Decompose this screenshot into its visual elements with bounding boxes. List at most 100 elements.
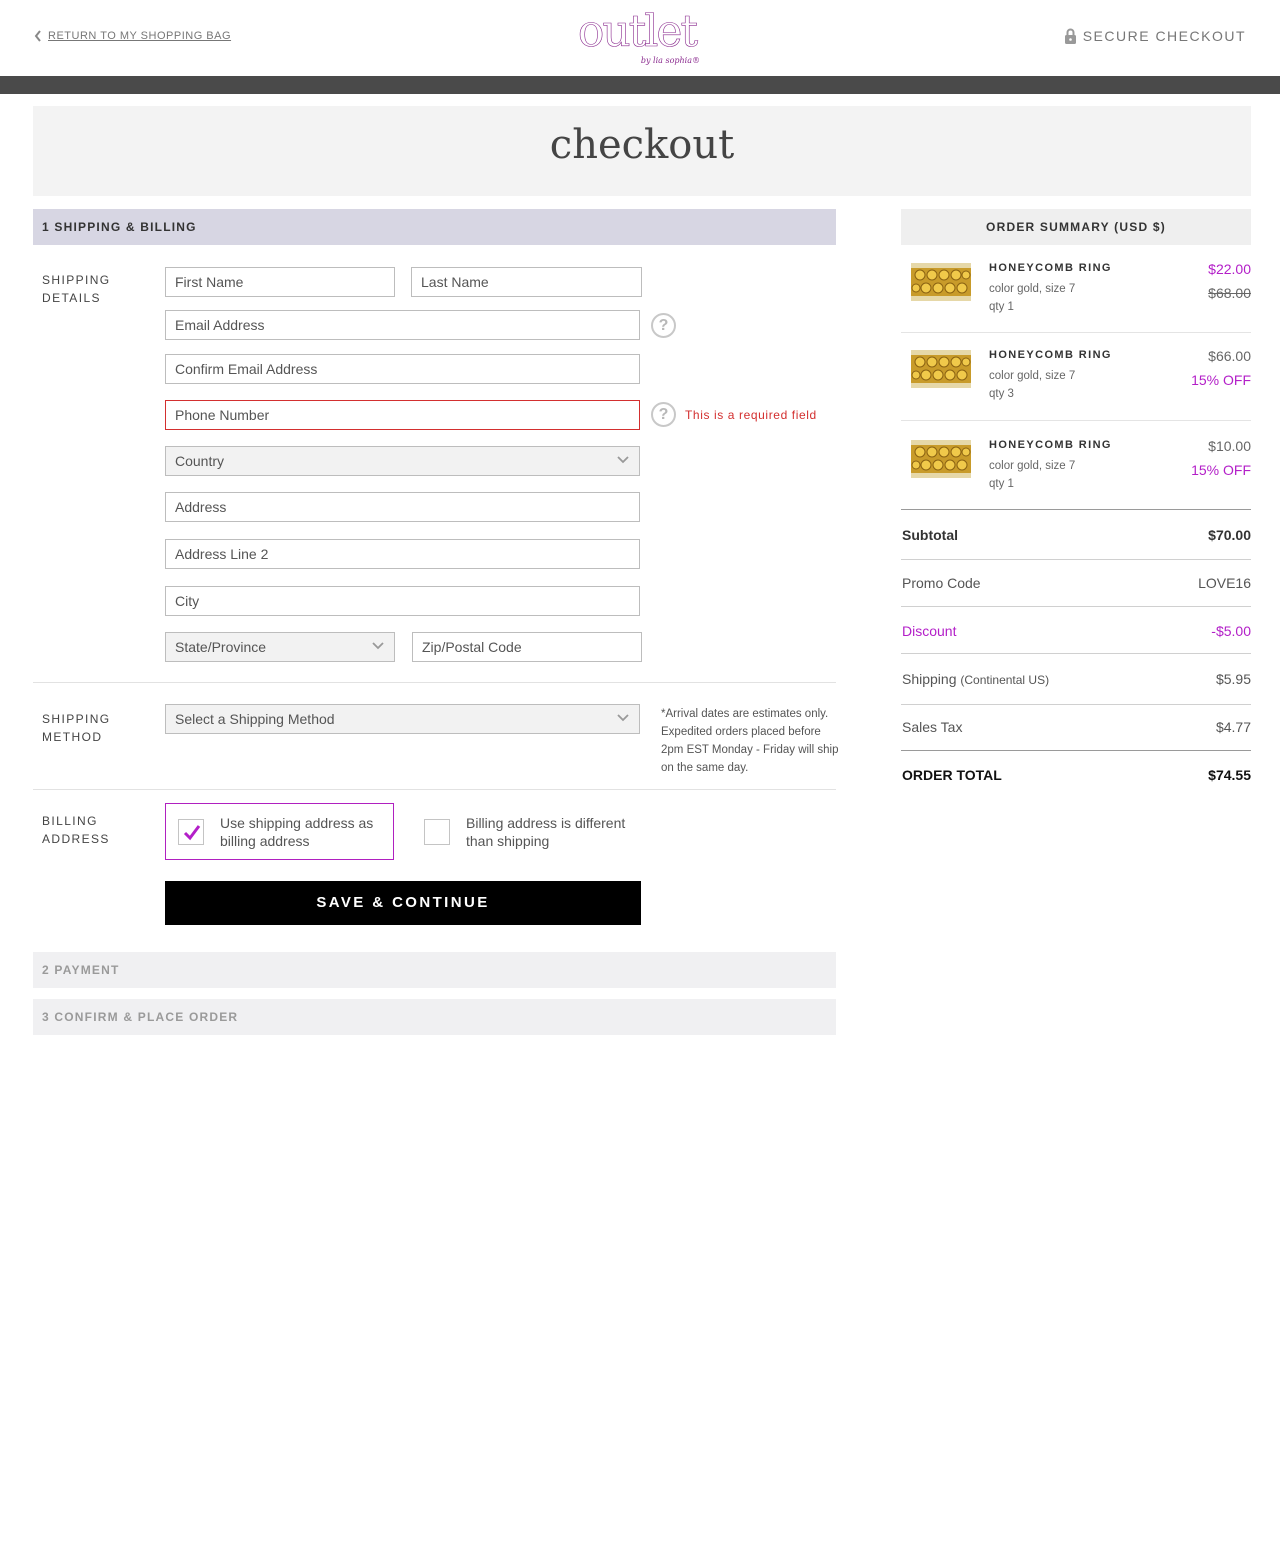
country-select-value: Country — [175, 453, 225, 469]
promo-label: Promo Code — [902, 575, 981, 591]
order-total-label: ORDER TOTAL — [902, 767, 1002, 783]
return-to-bag-label: RETURN TO MY SHOPPING BAG — [48, 30, 232, 42]
lock-icon — [1064, 28, 1076, 44]
state-select[interactable]: State/Province — [165, 632, 395, 662]
summary-divider — [901, 559, 1251, 560]
billing-address-label-line2: ADDRESS — [42, 832, 110, 846]
item-discount-badge: 15% OFF — [1191, 372, 1251, 388]
shipping-label: Shipping (Continental US) — [902, 671, 1049, 687]
summary-divider — [901, 509, 1251, 510]
zip-field[interactable]: Zip/Postal Code — [412, 632, 642, 662]
ring-thumbnail — [911, 263, 971, 301]
item-qty: qty 3 — [989, 388, 1014, 400]
billing-same-label: Use shipping address as billing address — [220, 814, 374, 849]
billing-same-option[interactable]: Use shipping address as billing address — [165, 803, 394, 860]
subtotal-label: Subtotal — [902, 527, 958, 543]
summary-divider — [901, 704, 1251, 705]
shipping-region-note: (Continental US) — [960, 673, 1050, 687]
item-name: HONEYCOMB RING — [989, 349, 1112, 361]
item-color-size: color gold, size 7 — [989, 370, 1076, 382]
discount-row: Discount -$5.00 — [901, 623, 1251, 643]
order-item: HONEYCOMB RING color gold, size 7 qty 1 … — [901, 245, 1251, 333]
chevron-down-icon — [617, 714, 629, 722]
billing-different-checkbox[interactable] — [424, 818, 450, 845]
summary-divider — [901, 653, 1251, 654]
discount-value: -$5.00 — [1211, 623, 1251, 639]
chevron-down-icon — [372, 642, 384, 650]
email-field[interactable]: Email Address — [165, 310, 640, 340]
header-divider-bar — [0, 76, 1280, 94]
shipping-label-text: Shipping — [902, 671, 957, 687]
section-divider — [33, 682, 836, 683]
address-field[interactable]: Address — [165, 492, 640, 522]
shipping-arrival-note: *Arrival dates are estimates only. Exped… — [661, 708, 839, 774]
secure-checkout: SECURE CHECKOUT — [1064, 28, 1246, 44]
billing-different-label: Billing address is different than shippi… — [466, 814, 626, 849]
order-total-value: $74.55 — [1208, 767, 1251, 783]
address-line2-field[interactable]: Address Line 2 — [165, 539, 640, 569]
discount-label: Discount — [902, 623, 957, 639]
order-item: HONEYCOMB RING color gold, size 7 qty 1 … — [901, 422, 1251, 510]
item-meta: color gold, size 7 qty 3 — [989, 367, 1075, 403]
ring-thumbnail — [911, 350, 971, 388]
phone-field[interactable]: Phone Number — [165, 400, 640, 430]
shipping-method-select[interactable]: Select a Shipping Method — [165, 704, 640, 734]
item-color-size: color gold, size 7 — [989, 283, 1076, 295]
order-total-row: ORDER TOTAL $74.55 — [901, 767, 1251, 787]
sales-tax-row: Sales Tax $4.77 — [901, 719, 1251, 739]
item-sale-price: $22.00 — [1208, 261, 1251, 277]
shipping-method-select-value: Select a Shipping Method — [175, 711, 335, 727]
chevron-left-icon — [34, 30, 41, 42]
step-confirm-place-order[interactable]: 3 CONFIRM & PLACE ORDER — [33, 999, 836, 1035]
city-field[interactable]: City — [165, 586, 640, 616]
summary-divider — [901, 750, 1251, 751]
item-original-price: $68.00 — [1208, 285, 1251, 301]
step-shipping-billing[interactable]: 1 SHIPPING & BILLING — [33, 209, 836, 245]
item-price: $66.00 — [1208, 348, 1251, 364]
item-meta: color gold, size 7 qty 1 — [989, 457, 1075, 493]
billing-same-checkbox[interactable] — [178, 818, 204, 845]
outlet-logo[interactable]: outlet by lia sophia® — [562, 6, 712, 70]
save-continue-button[interactable]: SAVE & CONTINUE — [165, 881, 641, 925]
shipping-method-label: SHIPPING METHOD — [42, 710, 111, 746]
order-item: HONEYCOMB RING color gold, size 7 qty 3 … — [901, 332, 1251, 420]
state-select-value: State/Province — [175, 639, 267, 655]
last-name-field[interactable]: Last Name — [411, 267, 642, 297]
first-name-field[interactable]: First Name — [165, 267, 395, 297]
step-payment[interactable]: 2 PAYMENT — [33, 952, 836, 988]
billing-different-option[interactable]: Billing address is different than shippi… — [412, 803, 652, 860]
order-summary-title: ORDER SUMMARY (USD $) — [901, 209, 1251, 245]
shipping-details-label: SHIPPING DETAILS — [42, 271, 111, 307]
item-color-size: color gold, size 7 — [989, 460, 1076, 472]
email-help-icon[interactable]: ? — [651, 313, 676, 338]
shipping-value: $5.95 — [1215, 671, 1251, 687]
phone-help-icon[interactable]: ? — [651, 402, 676, 427]
page-title-banner: checkout — [33, 106, 1251, 196]
confirm-email-field[interactable]: Confirm Email Address — [165, 354, 640, 384]
item-meta: color gold, size 7 qty 1 — [989, 280, 1075, 316]
shipping-method-label-line2: METHOD — [42, 730, 103, 744]
item-qty: qty 1 — [989, 478, 1014, 490]
item-price: $10.00 — [1208, 438, 1251, 454]
secure-checkout-label: SECURE CHECKOUT — [1082, 28, 1246, 44]
sales-tax-value: $4.77 — [1215, 719, 1251, 735]
ring-thumbnail — [911, 440, 971, 478]
page-title: checkout — [549, 122, 735, 168]
shipping-details-label-line1: SHIPPING — [42, 273, 111, 287]
logo-word: outlet — [577, 6, 699, 58]
item-name: HONEYCOMB RING — [989, 262, 1112, 274]
country-select[interactable]: Country — [165, 446, 640, 476]
return-to-bag-link[interactable]: RETURN TO MY SHOPPING BAG — [34, 30, 231, 42]
shipping-method-label-line1: SHIPPING — [42, 712, 111, 726]
billing-address-label-line1: BILLING — [42, 814, 98, 828]
phone-error-message: This is a required field — [685, 408, 817, 422]
item-qty: qty 1 — [989, 301, 1014, 313]
billing-address-label: BILLING ADDRESS — [42, 812, 110, 848]
site-header: RETURN TO MY SHOPPING BAG outlet by lia … — [0, 0, 1280, 76]
sales-tax-label: Sales Tax — [902, 719, 963, 735]
checkmark-icon — [183, 824, 201, 840]
item-name: HONEYCOMB RING — [989, 439, 1112, 451]
shipping-row: Shipping (Continental US) $5.95 — [901, 671, 1251, 691]
item-discount-badge: 15% OFF — [1191, 462, 1251, 478]
item-divider — [901, 420, 1251, 421]
